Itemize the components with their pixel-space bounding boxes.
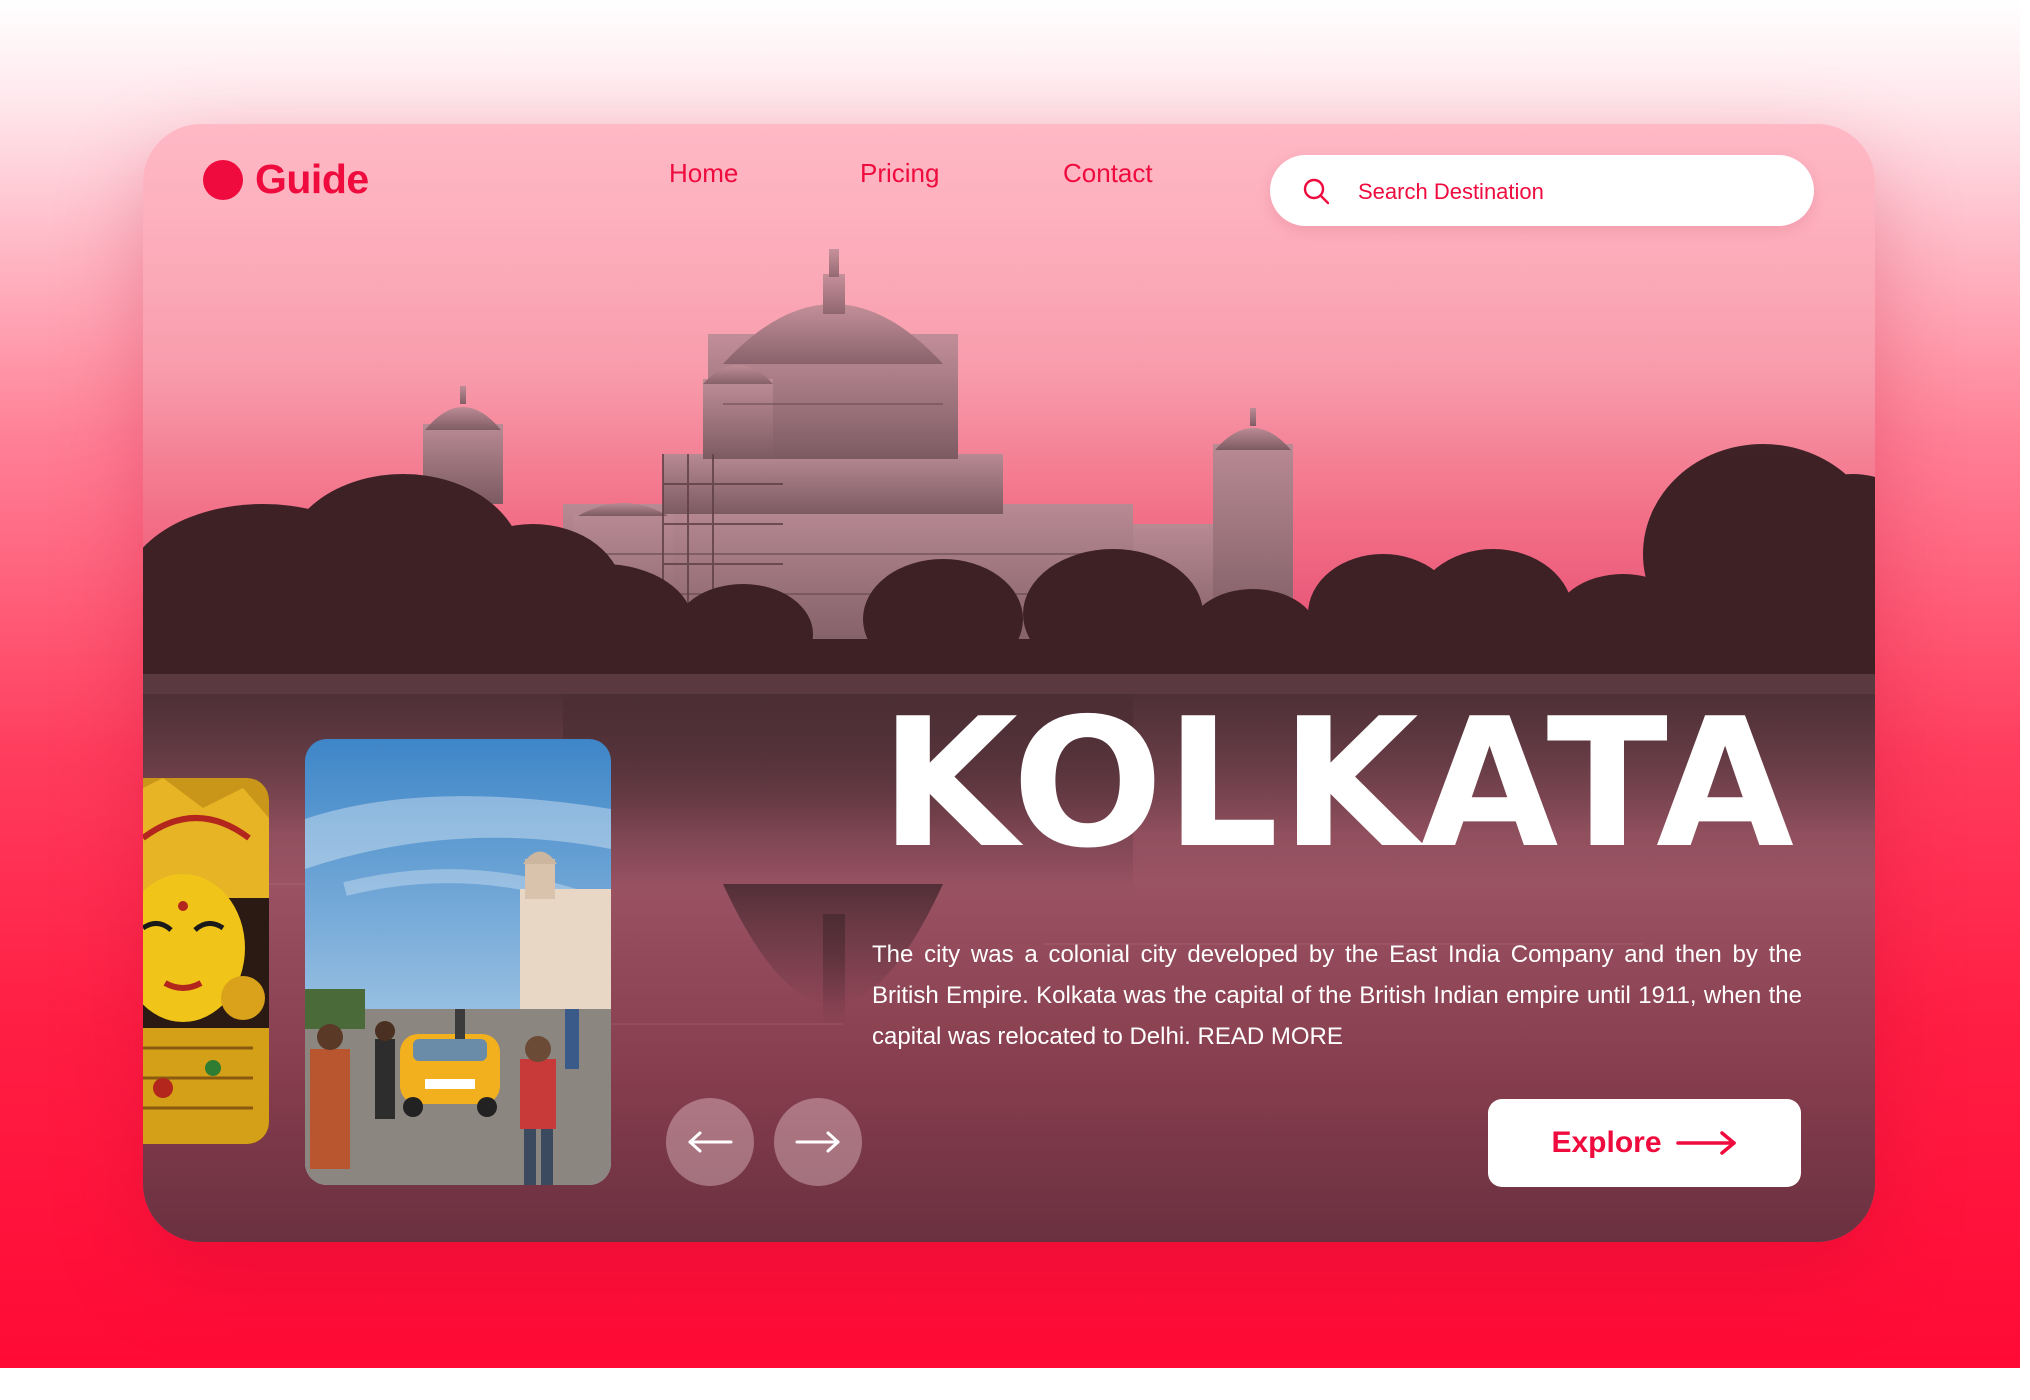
prev-slide-button[interactable] [666, 1098, 754, 1186]
arrow-right-icon [795, 1131, 840, 1153]
explore-button[interactable]: Explore [1488, 1099, 1801, 1187]
explore-label: Explore [1551, 1126, 1662, 1159]
arrow-left-icon [688, 1131, 733, 1153]
logo-dot-icon [203, 159, 243, 200]
read-more-link[interactable]: READ MORE [1198, 1023, 1343, 1050]
city-title: KOLKATA [880, 680, 1796, 887]
search-icon [1303, 178, 1330, 205]
brand-logo[interactable]: Guide [203, 156, 369, 203]
taxi-street-image [305, 739, 611, 1185]
next-slide-button[interactable] [774, 1098, 862, 1186]
thumbnail-taxi-street[interactable] [305, 739, 611, 1185]
city-description: The city was a colonial city developed b… [872, 934, 1802, 1057]
durga-idol-image [143, 778, 269, 1144]
arrow-right-long-icon [1675, 1131, 1736, 1155]
nav-link-pricing[interactable]: Pricing [860, 158, 939, 189]
nav-link-home[interactable]: Home [669, 158, 738, 189]
nav-link-contact[interactable]: Contact [1063, 158, 1153, 189]
search-bar[interactable] [1270, 155, 1814, 228]
thumbnail-durga-idol[interactable] [143, 778, 269, 1144]
logo-text: Guide [255, 156, 369, 202]
hero-card: Guide Home Pricing Contact Search Destin… [143, 124, 1875, 1242]
search-input[interactable] [1356, 155, 1780, 228]
